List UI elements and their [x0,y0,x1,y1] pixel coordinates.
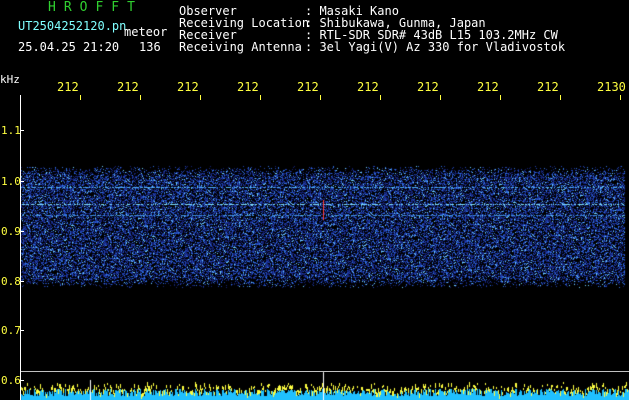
time-tick-mark [80,95,81,100]
time-tick-mark [380,95,381,100]
time-tick-mark [440,95,441,100]
time-tick-label: 212 [57,80,79,94]
frequency-axis [20,95,21,400]
time-tick-label: 2130 [597,80,626,94]
time-tick-label: 212 [237,80,259,94]
time-tick-label: 212 [297,80,319,94]
detection-tag: meteor [124,25,168,39]
time-tick-mark [320,95,321,100]
frequency-tick-label: 0.8 [1,275,21,288]
date-time: 25.04.25 21:20 [18,40,120,54]
time-tick-mark [200,95,201,100]
time-tick-label: 212 [417,80,439,94]
time-tick-mark [500,95,501,100]
frequency-tick-mark [20,380,24,381]
frequency-unit-label: kHz [0,73,20,86]
baseline-marker [21,371,629,372]
waterfall-spectrogram [0,0,629,400]
time-tick-label: 212 [537,80,559,94]
hrofft-window: HROFFT UT2504252120.pn meteor 25.04.25 2… [0,0,629,400]
frequency-tick-mark [20,330,24,331]
frequency-tick-mark [20,281,24,282]
frequency-tick-label: 0.7 [1,324,21,337]
time-tick-label: 212 [357,80,379,94]
time-tick-label: 212 [477,80,499,94]
frequency-tick-label: 1.0 [1,175,21,188]
frequency-tick-mark [20,181,24,182]
time-tick-mark [260,95,261,100]
frequency-tick-label: 0.9 [1,225,21,238]
time-tick-mark [560,95,561,100]
antenna-label: Receiving Antenna [179,40,302,54]
time-tick-mark [140,95,141,100]
frequency-tick-label: 1.1 [1,124,21,137]
frequency-tick-mark [20,130,24,131]
time-tick-label: 212 [177,80,199,94]
time-tick-label: 212 [117,80,139,94]
time-tick-mark [620,95,621,100]
frequency-tick-label: 0.6 [1,374,21,387]
frequency-tick-mark [20,231,24,232]
program-title: HROFFT [48,0,143,15]
antenna-value: : 3el Yagi(V) Az 330 for Vladivostok [305,40,566,54]
meteor-count: 136 [139,40,161,54]
file-name: UT2504252120.pn [18,19,127,33]
